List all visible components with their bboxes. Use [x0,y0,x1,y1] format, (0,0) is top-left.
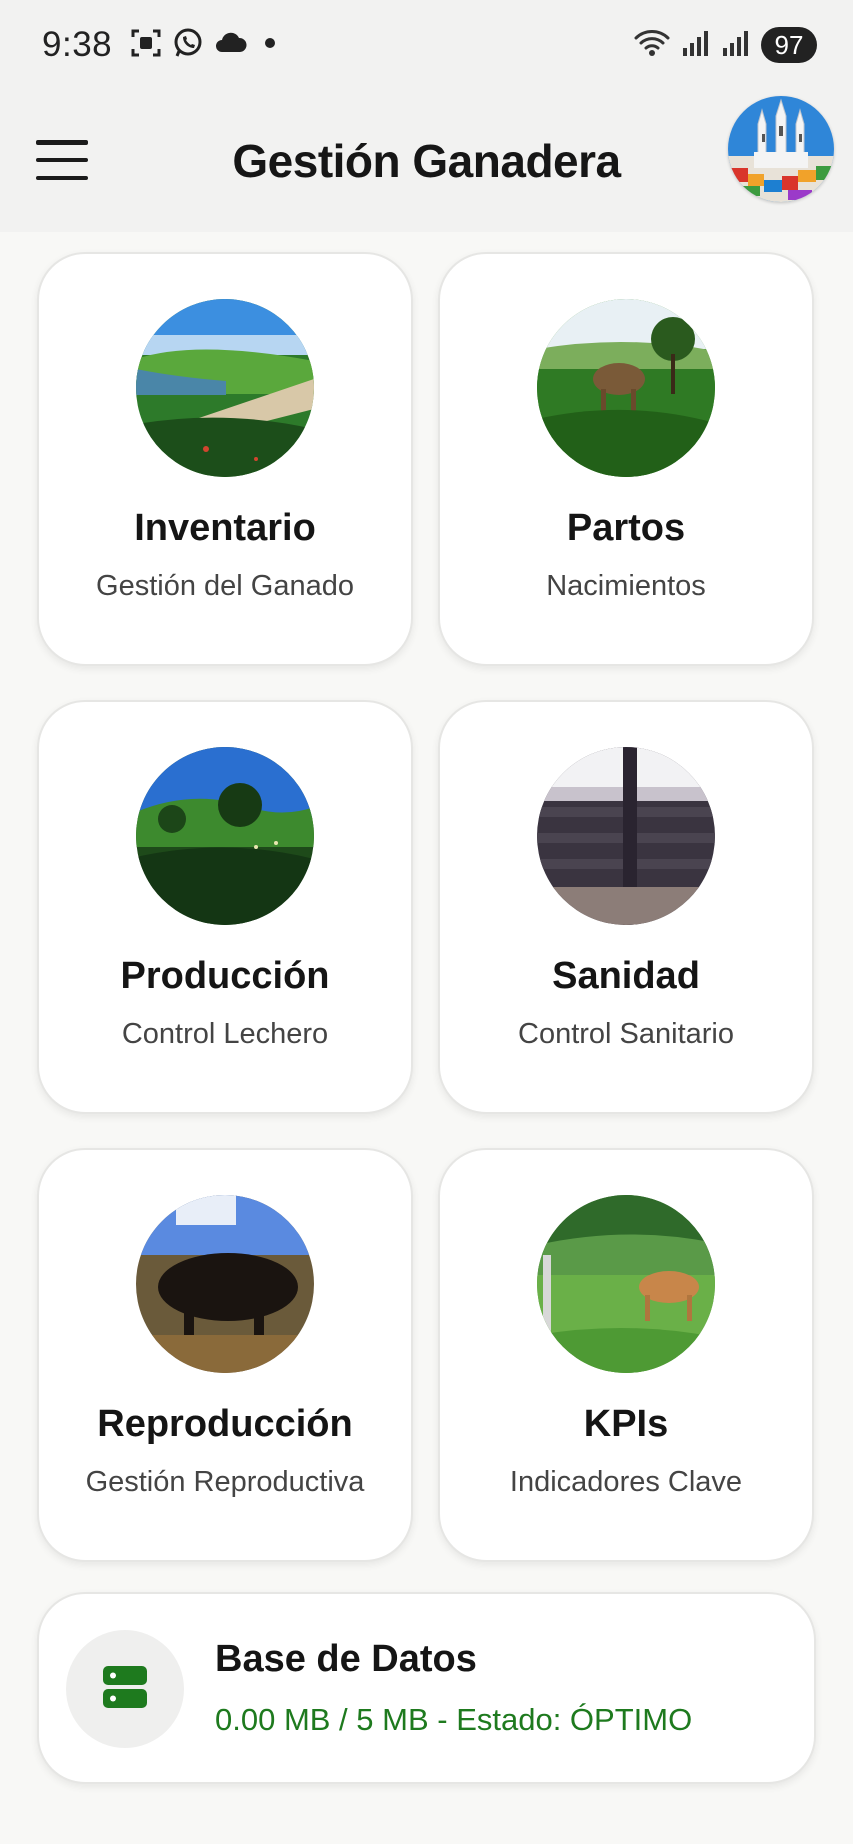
status-bar: 9:38 97 [0,0,853,90]
module-title: Producción [120,955,330,997]
module-title: Sanidad [552,955,700,997]
status-time: 9:38 [42,25,113,64]
module-card-kpis[interactable]: KPIs Indicadores Clave [438,1148,814,1562]
module-card-inventario[interactable]: Inventario Gestión del Ganado [37,252,413,666]
kpis-image [537,1195,715,1373]
module-card-produccion[interactable]: Producción Control Lechero [37,700,413,1114]
cloud-icon [214,30,248,61]
database-status: 0.00 MB / 5 MB - Estado: ÓPTIMO [215,1702,693,1737]
wifi-icon [633,27,671,64]
whatsapp-icon [172,27,204,64]
signal-icon [721,28,751,63]
module-card-partos[interactable]: Partos Nacimientos [438,252,814,666]
database-card[interactable]: Base de Datos 0.00 MB / 5 MB - Estado: Ó… [37,1592,816,1784]
partos-image [537,299,715,477]
module-subtitle: Gestión del Ganado [96,570,354,602]
signal-icon [681,28,711,63]
inventario-image [136,299,314,477]
module-title: KPIs [583,1403,669,1445]
module-subtitle: Control Sanitario [518,1018,734,1050]
module-title: Inventario [134,507,316,549]
app-bar: Gestión Ganadera [0,90,853,232]
module-grid: Inventario Gestión del Ganado Partos Nac… [37,252,817,1562]
module-subtitle: Indicadores Clave [509,1466,743,1498]
module-subtitle: Control Lechero [121,1018,329,1050]
sanidad-image [537,747,715,925]
page-title: Gestión Ganadera [232,135,621,187]
module-title: Partos [566,507,686,549]
module-card-sanidad[interactable]: Sanidad Control Sanitario [438,700,814,1114]
database-icon-container [66,1630,184,1748]
database-title: Base de Datos [215,1638,477,1680]
produccion-image [136,747,314,925]
status-left-icons [130,27,282,64]
reproduccion-image [136,1195,314,1373]
module-subtitle: Nacimientos [546,570,706,602]
module-subtitle: Gestión Reproductiva [85,1466,365,1498]
dot-icon [258,31,282,60]
module-title: Reproducción [97,1403,353,1445]
battery-indicator: 97 [761,27,817,63]
database-icon [102,1665,148,1714]
screenshot-icon [130,27,162,64]
status-right-icons: 97 [633,27,817,64]
profile-avatar[interactable] [728,96,834,202]
module-card-reproduccion[interactable]: Reproducción Gestión Reproductiva [37,1148,413,1562]
